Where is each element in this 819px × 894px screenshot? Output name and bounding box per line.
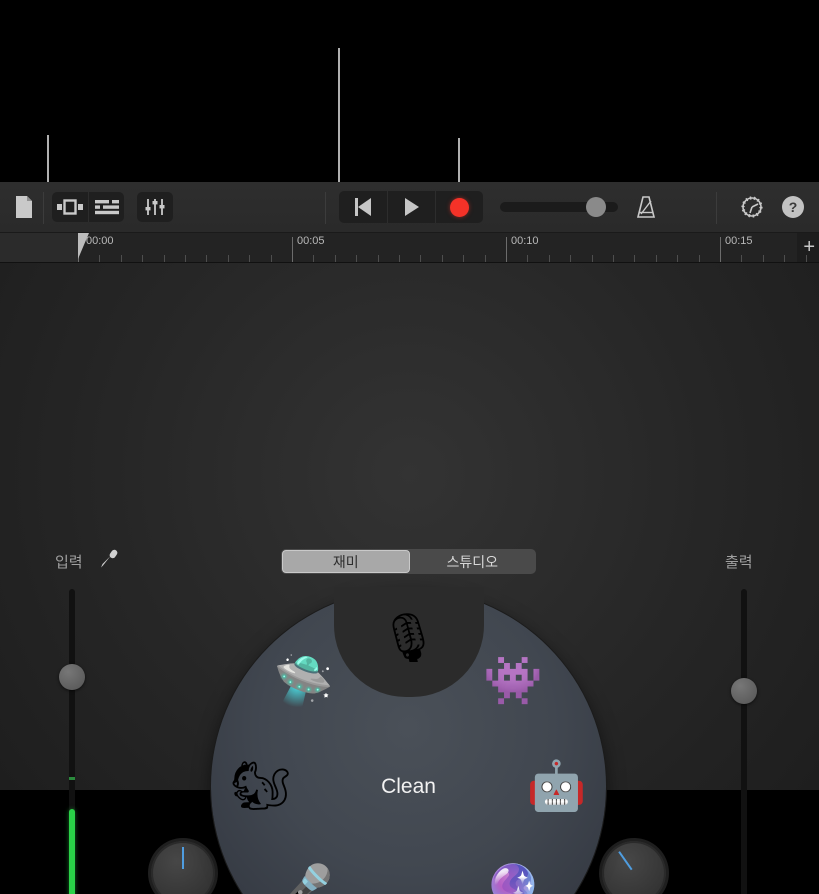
play-icon bbox=[404, 198, 419, 216]
ruler-strip[interactable]: 00:00 00:05 00:10 00:15 bbox=[78, 233, 807, 262]
output-slider-knob[interactable] bbox=[731, 678, 757, 704]
tone-knob[interactable] bbox=[151, 841, 215, 894]
squeeze-knob-wrapper: Squeeze bbox=[602, 841, 666, 894]
tone-knob-wrapper: Tone bbox=[151, 841, 215, 894]
tab-fun[interactable]: 재미 bbox=[282, 550, 410, 573]
ruler-label-3: 00:15 bbox=[725, 235, 753, 247]
input-slider-knob[interactable] bbox=[59, 664, 85, 690]
add-track-button[interactable]: + bbox=[803, 237, 815, 257]
input-level-meter bbox=[69, 809, 75, 894]
garageband-window: ? 00:00 00:05 00:10 00:15 + 입력 출력 재미 스튜디… bbox=[0, 182, 819, 894]
toolbar-divider-3 bbox=[716, 192, 717, 224]
view-button-group bbox=[52, 192, 124, 222]
toolbar-divider-1 bbox=[43, 192, 44, 224]
tone-knob-indicator bbox=[182, 847, 184, 869]
smart-controls-panel: 입력 출력 재미 스튜디오 Clean 🎙 👾 🤖 🔮 🎤 🐿 🛸 bbox=[0, 263, 819, 894]
master-volume-knob[interactable] bbox=[586, 197, 606, 217]
squeeze-knob-indicator bbox=[618, 851, 633, 871]
effect-vocal-mic[interactable]: 🎤 bbox=[273, 860, 335, 894]
screenshot-root: ? 00:00 00:05 00:10 00:15 + 입력 출력 재미 스튜디… bbox=[0, 0, 819, 894]
play-button[interactable] bbox=[387, 191, 435, 223]
transport-controls bbox=[339, 191, 483, 223]
input-label: 입력 bbox=[55, 554, 83, 571]
playhead[interactable] bbox=[78, 233, 89, 259]
ruler-label-2: 00:10 bbox=[511, 235, 539, 247]
gear-icon[interactable] bbox=[740, 195, 764, 219]
ruler-label-0: 00:00 bbox=[86, 235, 114, 247]
output-label: 출력 bbox=[725, 554, 753, 571]
tracks-view-button[interactable] bbox=[88, 192, 124, 222]
input-meter-dot bbox=[69, 777, 75, 780]
input-level-slider[interactable] bbox=[59, 589, 85, 894]
metronome-icon[interactable] bbox=[633, 194, 659, 220]
effect-clean-microphone[interactable]: 🎙 bbox=[378, 608, 440, 670]
library-view-button[interactable] bbox=[52, 192, 88, 222]
master-volume-slider[interactable] bbox=[500, 197, 618, 217]
tab-studio[interactable]: 스튜디오 bbox=[410, 550, 536, 573]
effect-category-tabs: 재미 스튜디오 bbox=[281, 549, 536, 574]
smart-controls-group bbox=[137, 192, 173, 222]
effect-bubbles[interactable]: 🔮 bbox=[482, 860, 544, 894]
smart-controls-button[interactable] bbox=[137, 192, 173, 222]
squeeze-knob[interactable] bbox=[602, 841, 666, 894]
rewind-icon bbox=[355, 198, 371, 216]
effect-monster[interactable]: 👾 bbox=[482, 651, 544, 713]
record-icon bbox=[450, 197, 469, 217]
output-level-slider[interactable] bbox=[731, 589, 757, 894]
toolbar-divider-2 bbox=[325, 192, 326, 224]
ruler-left-pad bbox=[0, 233, 78, 262]
effect-chipmunk[interactable]: 🐿 bbox=[230, 756, 292, 818]
effect-robot[interactable]: 🤖 bbox=[526, 756, 588, 818]
microphone-icon bbox=[99, 549, 119, 569]
ruler-label-1: 00:05 bbox=[297, 235, 325, 247]
timeline-ruler[interactable]: 00:00 00:05 00:10 00:15 + bbox=[0, 233, 819, 263]
effect-dial[interactable]: Clean 🎙👾🤖🔮📣☎🎤🐿🛸 bbox=[211, 587, 606, 894]
help-button[interactable]: ? bbox=[782, 196, 804, 218]
effect-alien-ufo[interactable]: 🛸 bbox=[273, 651, 335, 713]
go-to-beginning-button[interactable] bbox=[339, 191, 387, 223]
record-button[interactable] bbox=[435, 191, 483, 223]
toolbar: ? bbox=[0, 182, 819, 233]
document-icon[interactable] bbox=[14, 195, 34, 219]
